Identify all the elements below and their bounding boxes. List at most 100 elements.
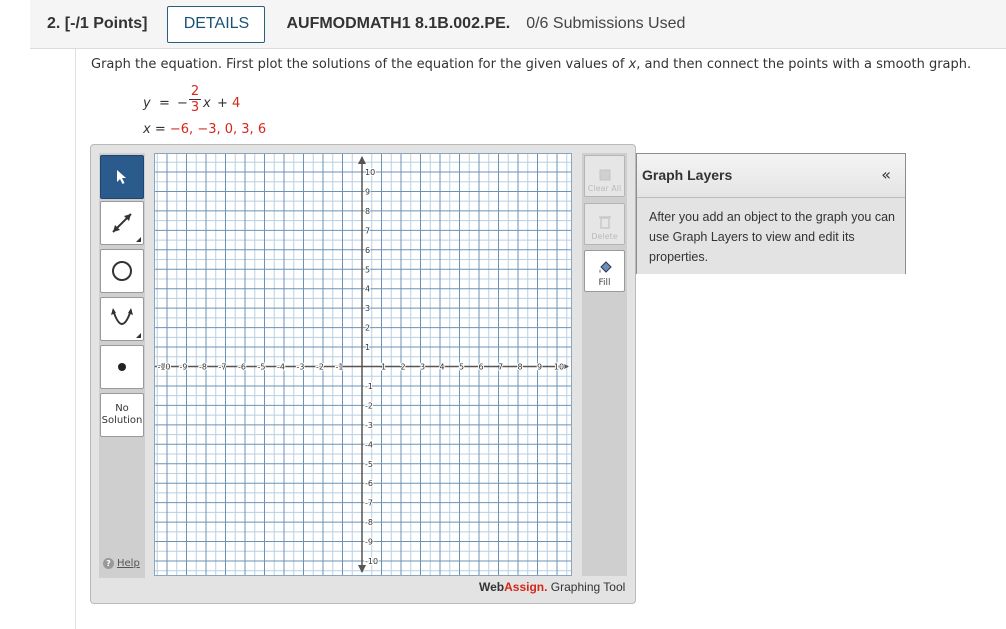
equation-sign: − bbox=[177, 96, 188, 111]
parabola-tool-button[interactable] bbox=[100, 297, 144, 341]
line-icon bbox=[112, 213, 132, 233]
no-solution-label: No Solution bbox=[102, 403, 143, 427]
fill-label: Fill bbox=[598, 278, 611, 288]
x-values-equals: = bbox=[154, 122, 166, 137]
clear-all-label: Clear All bbox=[587, 184, 622, 193]
trash-icon bbox=[598, 216, 611, 229]
x-tick-label: -4 bbox=[277, 363, 285, 372]
action-bar: Clear All Delete Fill bbox=[582, 153, 627, 576]
instruction-text: Graph the equation. First plot the solut… bbox=[91, 57, 971, 72]
y-tick-label: 10 bbox=[365, 168, 375, 177]
help-label: Help bbox=[117, 558, 140, 569]
x-tick-label: -8 bbox=[199, 363, 207, 372]
circle-tool-button[interactable] bbox=[100, 249, 144, 293]
y-axis-arrow-up-icon bbox=[358, 156, 366, 164]
x-tick-label: -5 bbox=[258, 363, 266, 372]
submissions-count: 0/6 Submissions Used bbox=[526, 15, 686, 32]
y-tick-label: -1 bbox=[365, 382, 373, 391]
delete-button[interactable]: Delete bbox=[584, 203, 625, 245]
line-tool-menu-indicator bbox=[136, 237, 141, 242]
equation-plus: + bbox=[217, 96, 228, 111]
x-tick-label: -3 bbox=[297, 363, 305, 372]
question-page: 2. [-/1 Points] DETAILS AUFMODMATH1 8.1B… bbox=[0, 0, 1006, 629]
coordinate-grid[interactable]: -10 -9 -8 -7 -6 -5 -4 -3 -2 -1 1 2 3 4 5 6 7 8 9 10 10 9 8 7 6 5 4… bbox=[155, 154, 571, 575]
help-link[interactable]: ? Help bbox=[103, 558, 140, 569]
x-values-var: x bbox=[143, 122, 151, 137]
y-tick-label: 8 bbox=[365, 207, 370, 216]
help-icon: ? bbox=[103, 558, 114, 569]
point-tool-button[interactable] bbox=[100, 345, 144, 389]
graph-layers-title: Graph Layers bbox=[642, 167, 733, 183]
fill-bucket-icon bbox=[599, 261, 612, 273]
x-tick-label: 2 bbox=[400, 363, 405, 372]
y-axis-arrow-down-icon bbox=[358, 565, 366, 573]
collapse-icon[interactable]: « bbox=[881, 165, 891, 184]
line-tool-button[interactable] bbox=[100, 201, 144, 245]
graph-layers-header: Graph Layers « bbox=[637, 154, 905, 198]
webassign-brand: WebAssign. Graphing Tool bbox=[479, 580, 625, 594]
assignment-code: AUFMODMATH1 8.1B.002.PE. bbox=[286, 15, 511, 32]
x-tick-label: 1 bbox=[381, 363, 386, 372]
x-tick-label: 5 bbox=[459, 363, 464, 372]
no-solution-button[interactable]: No Solution bbox=[100, 393, 144, 437]
equation-lhs: y bbox=[143, 96, 151, 111]
x-tick-label: 8 bbox=[517, 363, 522, 372]
instruction-part2: , and then connect the points with a smo… bbox=[636, 57, 972, 72]
y-tick-label: -2 bbox=[365, 401, 373, 410]
pointer-icon bbox=[117, 170, 126, 184]
tool-palette: No Solution bbox=[99, 153, 145, 578]
clear-all-icon bbox=[599, 169, 610, 181]
x-tick-label: 9 bbox=[537, 363, 542, 372]
x-values-line: x = −6, −3, 0, 3, 6 bbox=[143, 122, 266, 137]
y-tick-label: -10 bbox=[365, 557, 378, 566]
y-tick-label: 1 bbox=[365, 343, 370, 352]
circle-icon bbox=[112, 261, 132, 281]
graph-canvas[interactable]: -10 -9 -8 -7 -6 -5 -4 -3 -2 -1 1 2 3 4 5 6 7 8 9 10 10 9 8 7 6 5 4… bbox=[154, 153, 572, 576]
fraction-numerator: 2 bbox=[190, 84, 200, 99]
fraction-denominator: 3 bbox=[190, 100, 200, 115]
question-number: 2. [-/1 Points] bbox=[47, 15, 148, 32]
delete-label: Delete bbox=[591, 232, 618, 241]
y-tick-label: -3 bbox=[365, 421, 373, 430]
instruction-part1: Graph the equation. First plot the solut… bbox=[91, 57, 629, 72]
x-tick-label: 6 bbox=[478, 363, 483, 372]
x-tick-label: 7 bbox=[498, 363, 503, 372]
graph-layers-body: After you add an object to the graph you… bbox=[637, 198, 905, 274]
graphing-tool: No Solution ? Help -10 -9 -8 -7 -6 -5 -4 -3 -2 -1… bbox=[90, 144, 636, 604]
equation-variable: x bbox=[203, 96, 211, 111]
parabola-icon bbox=[111, 308, 133, 325]
y-tick-label: 6 bbox=[365, 246, 370, 255]
x-tick-label: 10 bbox=[554, 363, 564, 372]
brand-suffix: Graphing Tool bbox=[547, 580, 626, 594]
y-tick-label: -7 bbox=[365, 499, 373, 508]
equation-fraction: 2 3 bbox=[189, 84, 201, 115]
x-tick-label: -7 bbox=[219, 363, 227, 372]
x-tick-label: -6 bbox=[238, 363, 246, 372]
clear-all-button[interactable]: Clear All bbox=[584, 155, 625, 197]
y-tick-label: 3 bbox=[365, 304, 370, 313]
y-tick-label: -6 bbox=[365, 479, 373, 488]
y-tick-label: 5 bbox=[365, 265, 370, 274]
details-button[interactable]: DETAILS bbox=[167, 5, 266, 43]
question-header: 2. [-/1 Points] DETAILS AUFMODMATH1 8.1B… bbox=[30, 0, 1006, 49]
x-tick-label: -10 bbox=[157, 363, 170, 372]
point-icon bbox=[118, 363, 126, 371]
brand-web: Web bbox=[479, 580, 505, 594]
y-tick-label: 9 bbox=[365, 187, 370, 196]
y-tick-label: 2 bbox=[365, 324, 370, 333]
y-tick-label: -4 bbox=[365, 440, 373, 449]
equation-constant: 4 bbox=[232, 96, 241, 111]
y-tick-label: -9 bbox=[365, 538, 373, 547]
x-tick-label: 3 bbox=[420, 363, 425, 372]
x-tick-label: -1 bbox=[336, 363, 344, 372]
pointer-tool-button[interactable] bbox=[100, 155, 144, 199]
y-tick-label: 4 bbox=[365, 285, 370, 294]
x-values-list: −6, −3, 0, 3, 6 bbox=[169, 122, 267, 137]
x-tick-label: -2 bbox=[316, 363, 324, 372]
parabola-tool-menu-indicator bbox=[136, 333, 141, 338]
brand-assign: Assign. bbox=[504, 580, 548, 594]
graph-layers-panel: Graph Layers « After you add an object t… bbox=[636, 153, 906, 274]
x-tick-label: 4 bbox=[439, 363, 444, 372]
y-tick-label: 7 bbox=[365, 226, 370, 235]
fill-button[interactable]: Fill bbox=[584, 250, 625, 292]
